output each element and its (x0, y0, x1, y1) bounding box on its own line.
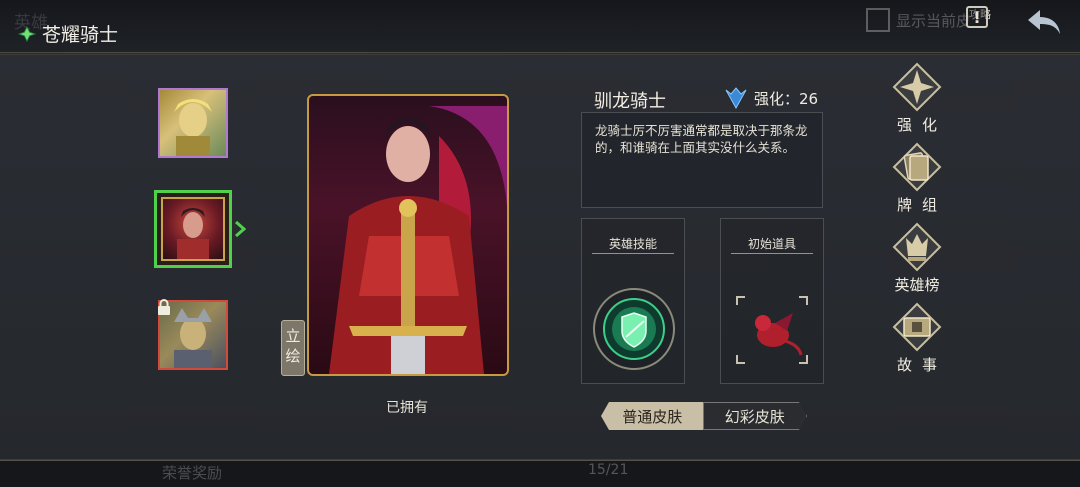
shield-skill-icon[interactable] (592, 287, 676, 371)
show-current-checkbox[interactable] (866, 8, 890, 32)
menu-enhance-label: 强化 (896, 116, 947, 134)
honor-reward-label[interactable]: 荣誉奖励 (162, 462, 222, 483)
lock-icon (158, 299, 170, 315)
story-book-icon (892, 302, 942, 352)
enhance-crest-icon (725, 87, 747, 110)
skin-switcher: 普通皮肤 幻彩皮肤 (601, 402, 807, 430)
starting-item-title: 初始道具 (747, 237, 796, 251)
card-deck-icon (892, 142, 942, 192)
hero-description: 龙骑士厉不厉害通常都是取决于那条龙的，和谁骑在上面其实没什么关系。 (581, 112, 823, 208)
hero-skill-title: 英雄技能 (608, 237, 657, 251)
baby-dragon-item-icon[interactable] (735, 295, 809, 365)
fancy-skin-tab[interactable]: 幻彩皮肤 (704, 402, 808, 430)
divider (592, 253, 674, 254)
owned-label: 已拥有 (386, 400, 428, 416)
starting-item-panel: 初始道具 (720, 218, 824, 384)
show-current-label: 显示当前皮 (896, 11, 972, 30)
hero-face-icon (174, 99, 212, 156)
hero-thumb-2-art (161, 197, 225, 261)
show-current-toggle[interactable]: 显示当前皮 (866, 8, 971, 32)
hero-skill-panel: 英雄技能 (581, 218, 685, 384)
menu-ranking[interactable]: 英雄榜 (885, 222, 949, 295)
enhance-star-icon (892, 62, 942, 112)
portrait-art-tab[interactable]: 立绘 (281, 320, 305, 376)
dragon-knight-illustration (329, 106, 507, 374)
dragon-knight-face-icon (177, 208, 209, 259)
menu-story-label: 故事 (896, 356, 947, 374)
hero-thumb-2-selected[interactable] (154, 190, 232, 268)
menu-deck[interactable]: 牌组 (885, 142, 949, 215)
hero-ranking-icon (892, 222, 942, 272)
menu-story[interactable]: 故事 (885, 302, 949, 375)
menu-ranking-label: 英雄榜 (894, 276, 940, 294)
normal-skin-tab[interactable]: 普通皮肤 (601, 402, 704, 430)
page-indicator: 15/21 (588, 462, 629, 478)
enhance-text: 强化：26 (754, 89, 819, 108)
guide-icon: ! (966, 6, 988, 28)
leaf-icon (18, 25, 36, 42)
hero-thumb-1[interactable] (158, 88, 228, 158)
selected-arrow-icon (235, 220, 246, 238)
hero-portrait (307, 94, 509, 376)
guide-button[interactable]: ! 攻略 (966, 6, 994, 42)
title-text: 苍耀骑士 (42, 24, 119, 46)
page-title: 苍耀骑士 (18, 20, 118, 47)
menu-enhance[interactable]: 强化 (885, 62, 949, 135)
menu-deck-label: 牌组 (896, 196, 947, 214)
hero-name: 驯龙骑士 (594, 91, 666, 112)
enhance-level: 强化：26 (724, 86, 818, 110)
divider (731, 253, 813, 254)
back-arrow-icon[interactable] (1024, 6, 1064, 38)
